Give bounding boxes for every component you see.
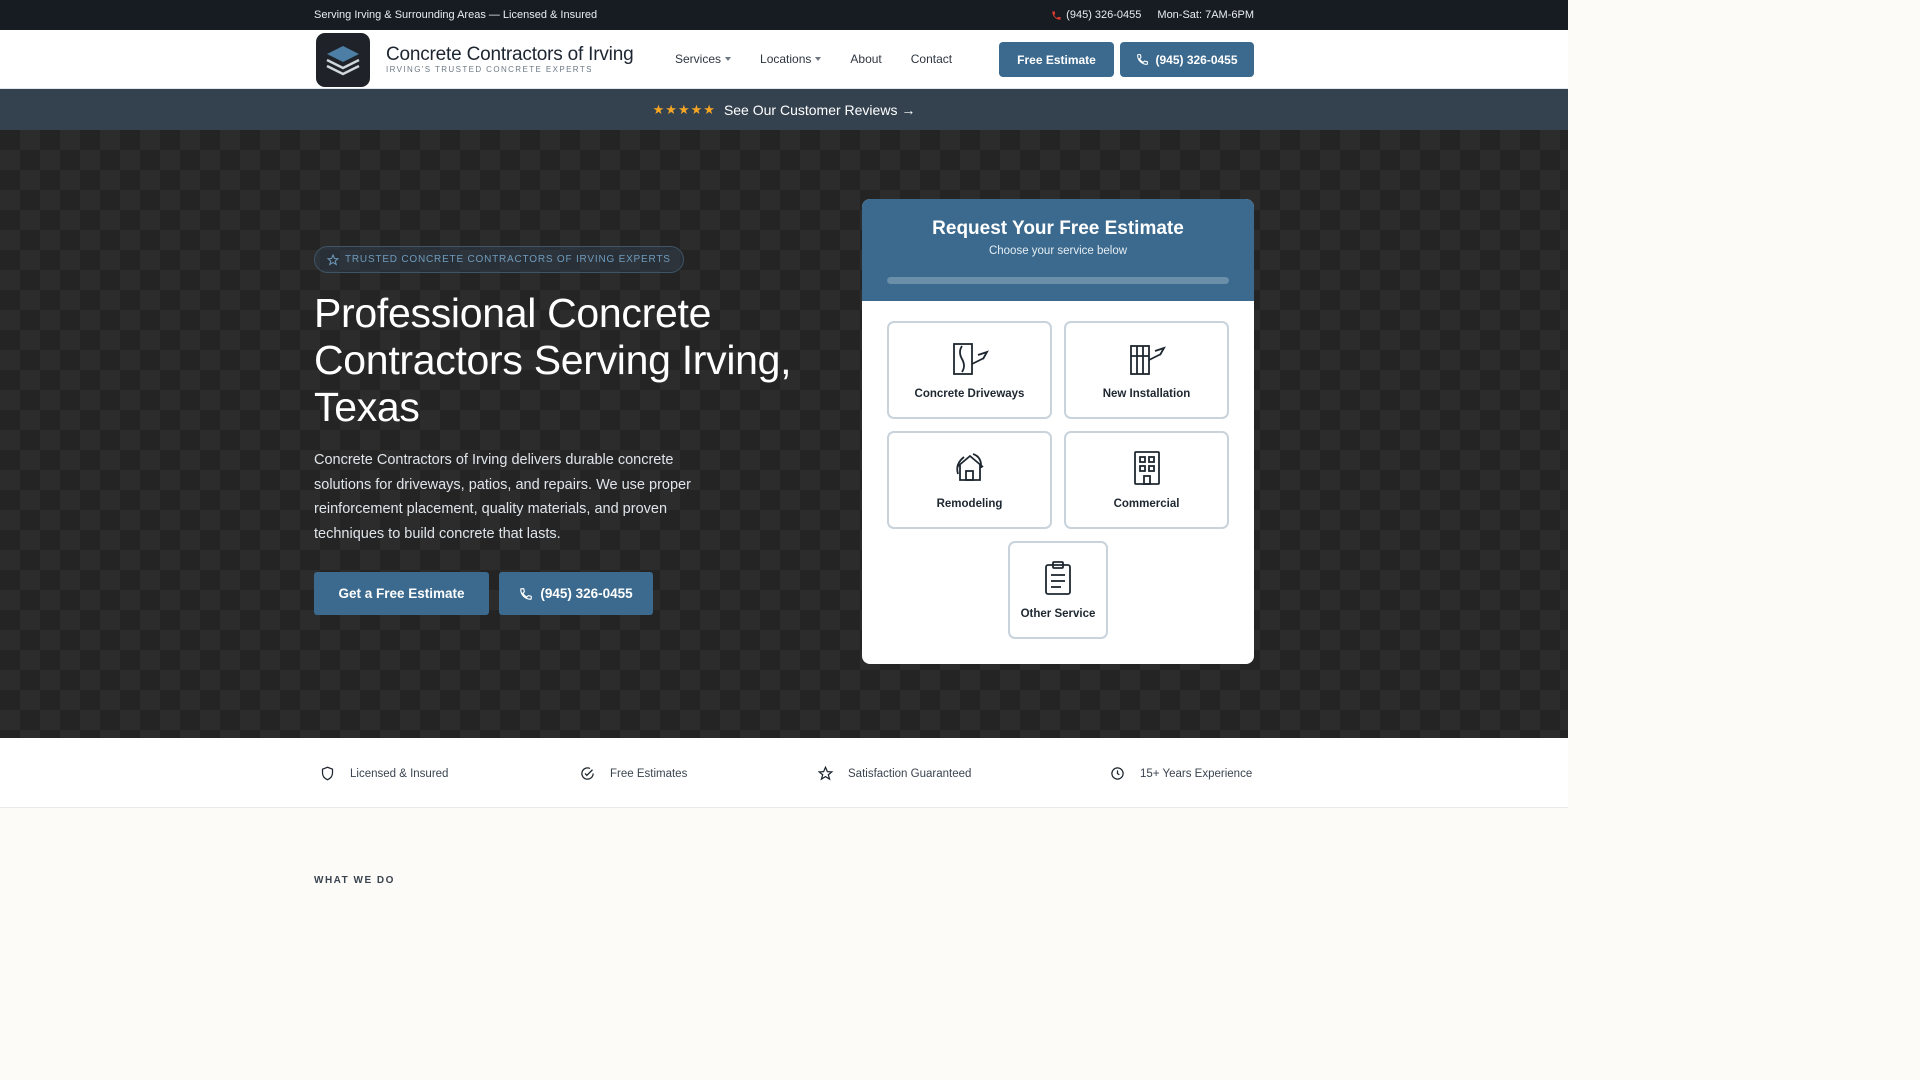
get-estimate-button[interactable]: Get a Free Estimate <box>314 572 489 615</box>
nav-label: Services <box>675 52 722 66</box>
header-phone-label: (945) 326-0455 <box>1155 52 1238 67</box>
service-option-remodeling[interactable]: Remodeling <box>887 431 1052 529</box>
star-outline-icon <box>327 253 339 266</box>
hero-title: Professional Concrete Contractors Servin… <box>314 290 792 430</box>
clock-icon <box>1111 767 1124 780</box>
form-progress-bar <box>887 277 1229 284</box>
estimate-card-header: Request Your Free Estimate Choose your s… <box>862 199 1254 301</box>
top-bar: Serving Irving & Surrounding Areas — Lic… <box>0 0 1568 30</box>
estimate-card-title: Request Your Free Estimate <box>932 218 1184 239</box>
service-option-other[interactable]: Other Service <box>1008 541 1108 639</box>
section-eyebrow: WHAT WE DO <box>314 875 395 886</box>
installation-icon <box>1129 345 1166 375</box>
chevron-down-icon <box>725 57 732 61</box>
service-option-driveways[interactable]: Concrete Driveways <box>887 321 1052 419</box>
nav-label: Contact <box>910 52 953 66</box>
service-option-label: Remodeling <box>936 498 1003 510</box>
phone-icon <box>1052 10 1061 20</box>
service-option-label: New Installation <box>1102 388 1191 400</box>
hero-badge-text: TRUSTED CONCRETE CONTRACTORS OF IRVING E… <box>345 254 671 265</box>
nav-label: About <box>850 52 882 66</box>
layers-logo-icon <box>326 46 360 76</box>
nav-label: Locations <box>760 52 812 66</box>
trust-label: Satisfaction Guaranteed <box>848 767 972 780</box>
trust-item-free-estimates: Free Estimates <box>580 766 687 781</box>
reviews-link[interactable]: See Our Customer Reviews → <box>724 102 915 118</box>
brand-name[interactable]: Concrete Contractors of Irving <box>386 44 634 66</box>
nav-item-about[interactable]: About <box>850 52 881 66</box>
business-hours: Mon-Sat: 7AM-6PM <box>1157 9 1254 21</box>
trust-bar: Licensed & Insured Free Estimates Satisf… <box>0 738 1568 808</box>
service-area-text: Serving Irving & Surrounding Areas — Lic… <box>314 9 598 21</box>
rating-stars-icon: ★★★★★ <box>652 101 716 117</box>
check-circle-icon <box>581 767 594 780</box>
hero-section: TRUSTED CONCRETE CONTRACTORS OF IRVING E… <box>0 130 1568 738</box>
shield-icon <box>321 766 334 781</box>
trust-item-experience: 15+ Years Experience <box>1110 766 1252 781</box>
header-phone-button[interactable]: (945) 326-0455 <box>1120 42 1254 77</box>
trust-label: 15+ Years Experience <box>1140 767 1253 780</box>
service-option-label: Other Service <box>1020 608 1096 620</box>
logo[interactable] <box>316 33 370 87</box>
phone-icon <box>1137 54 1149 65</box>
trust-item-satisfaction: Satisfaction Guaranteed <box>818 766 971 781</box>
estimate-card-subtitle: Choose your service below <box>988 245 1128 257</box>
trust-label: Free Estimates <box>610 767 688 780</box>
hero-phone-label: (945) 326-0455 <box>540 586 633 601</box>
top-bar-contact: (945) 326-0455 Mon-Sat: 7AM-6PM <box>1051 9 1254 21</box>
site-header: Concrete Contractors of Irving IRVING'S … <box>0 30 1568 89</box>
main-nav: Services Locations About Contact <box>675 52 952 66</box>
service-option-commercial[interactable]: Commercial <box>1064 431 1229 529</box>
trust-label: Licensed & Insured <box>350 767 449 780</box>
top-phone-number: (945) 326-0455 <box>1066 9 1142 21</box>
brand-tagline: IRVING'S TRUSTED CONCRETE EXPERTS <box>386 65 593 74</box>
driveway-icon <box>952 343 989 375</box>
building-icon <box>1133 451 1160 485</box>
estimate-form-card: Request Your Free Estimate Choose your s… <box>862 199 1254 664</box>
hero-phone-button[interactable]: (945) 326-0455 <box>499 572 653 615</box>
house-icon <box>955 453 984 481</box>
reviews-bar[interactable]: ★★★★★ See Our Customer Reviews → <box>0 89 1568 130</box>
star-icon <box>818 766 833 781</box>
phone-icon <box>520 587 533 600</box>
service-option-label: Commercial <box>1113 498 1180 510</box>
nav-item-services[interactable]: Services <box>675 52 732 66</box>
clipboard-icon <box>1045 561 1071 595</box>
free-estimate-button[interactable]: Free Estimate <box>999 42 1114 77</box>
trust-item-licensed: Licensed & Insured <box>320 766 448 781</box>
service-option-new-installation[interactable]: New Installation <box>1064 321 1229 419</box>
hero-description: Concrete Contractors of Irving delivers … <box>314 452 691 542</box>
nav-item-contact[interactable]: Contact <box>911 52 952 66</box>
nav-item-locations[interactable]: Locations <box>760 52 822 66</box>
chevron-down-icon <box>815 57 822 61</box>
hero-badge: TRUSTED CONCRETE CONTRACTORS OF IRVING E… <box>314 246 684 273</box>
service-option-label: Concrete Driveways <box>914 388 1025 400</box>
top-phone-link[interactable]: (945) 326-0455 <box>1051 9 1141 21</box>
